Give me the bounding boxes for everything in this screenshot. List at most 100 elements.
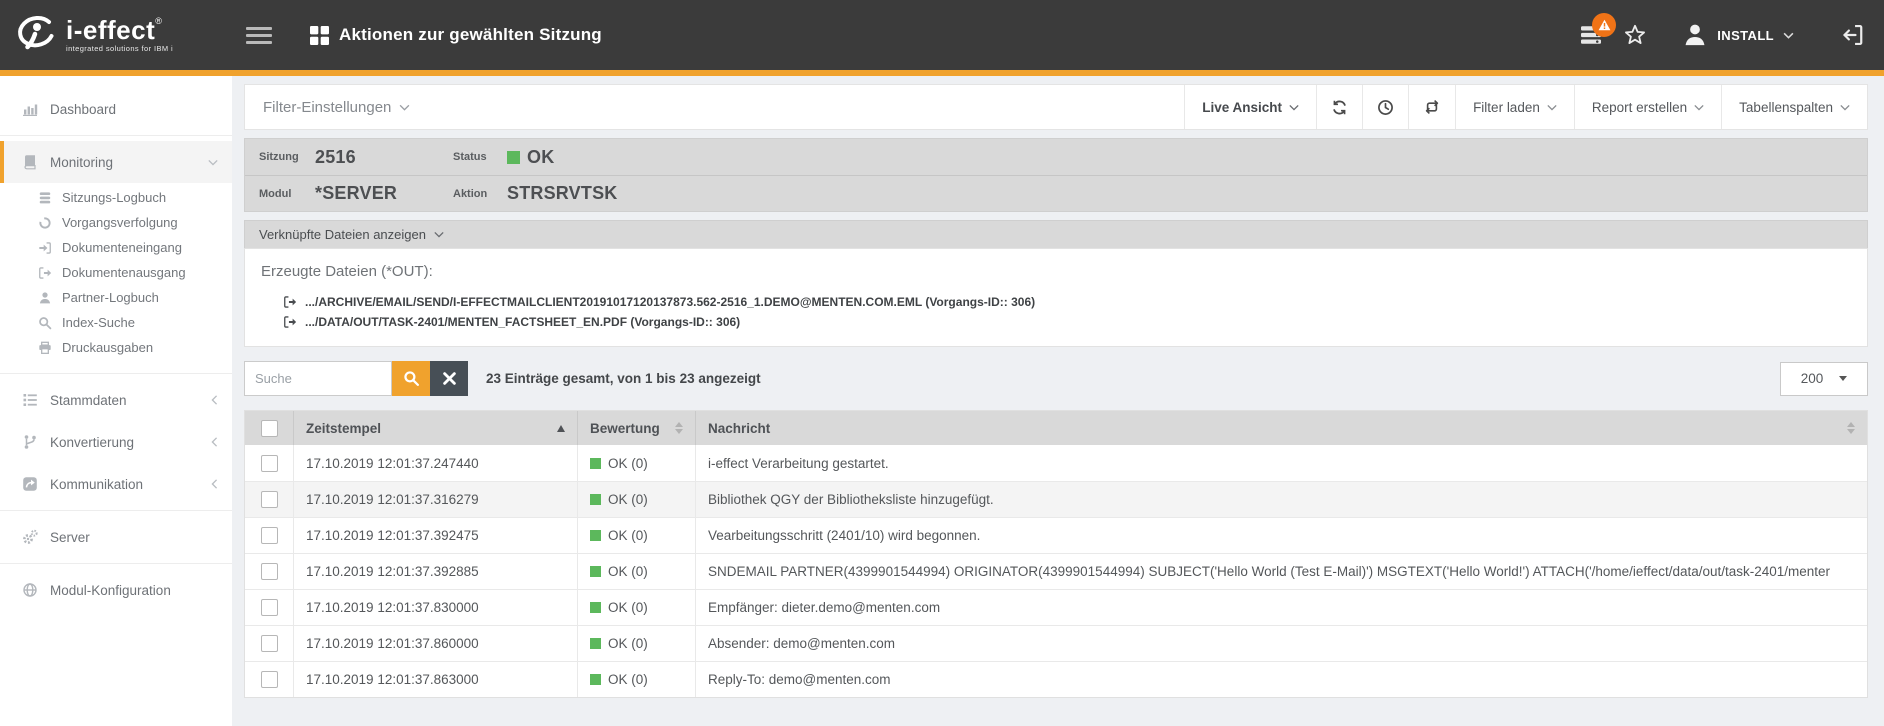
- select-all-cell: [245, 411, 293, 445]
- row-select-cell: [245, 518, 293, 553]
- sidebar-divider: [0, 373, 232, 374]
- rating-label: OK (0): [608, 528, 648, 543]
- row-checkbox[interactable]: [261, 563, 278, 580]
- refresh-button[interactable]: [1316, 85, 1362, 129]
- sidebar-item-label: Modul-Konfiguration: [50, 583, 171, 598]
- rating-label: OK (0): [608, 600, 648, 615]
- generated-files-panel: Erzeugte Dateien (*OUT): .../ARCHIVE/EMA…: [244, 248, 1868, 347]
- sidebar-item-konvertierung[interactable]: Konvertierung: [0, 421, 232, 463]
- modul-value: *SERVER: [315, 183, 453, 204]
- sign-out-icon: [283, 295, 297, 309]
- user-menu[interactable]: INSTALL: [1682, 22, 1794, 48]
- caret-down-icon: [1839, 376, 1847, 381]
- load-filter-button[interactable]: Filter laden: [1455, 85, 1574, 129]
- chevron-left-icon: [211, 395, 218, 405]
- chevron-down-icon: [1840, 104, 1850, 111]
- rating-cell: OK (0): [577, 445, 695, 481]
- app-logo[interactable]: i-effect® integrated solutions for IBM i: [14, 13, 210, 57]
- close-icon: [443, 372, 456, 385]
- create-report-button[interactable]: Report erstellen: [1574, 85, 1721, 129]
- status-ok-square: [507, 151, 520, 164]
- sidebar-subitem-partner-logbuch[interactable]: Partner-Logbuch: [0, 285, 232, 310]
- history-button[interactable]: [1362, 85, 1408, 129]
- row-checkbox[interactable]: [261, 455, 278, 472]
- sidebar-item-stammdaten[interactable]: Stammdaten: [0, 379, 232, 421]
- column-header-bewertung[interactable]: Bewertung: [577, 411, 695, 445]
- table-columns-button[interactable]: Tabellenspalten: [1721, 85, 1867, 129]
- column-header-zeitstempel[interactable]: Zeitstempel: [293, 411, 577, 445]
- row-select-cell: [245, 554, 293, 589]
- timestamp-cell: 17.10.2019 12:01:37.392475: [293, 518, 577, 553]
- file-link[interactable]: .../ARCHIVE/EMAIL/SEND/I-EFFECTMAILCLIEN…: [261, 292, 1851, 312]
- row-checkbox[interactable]: [261, 599, 278, 616]
- chevron-down-icon: [399, 104, 410, 111]
- sidebar-subitem-dokumentenausgang[interactable]: Dokumentenausgang: [0, 260, 232, 285]
- page-size-select[interactable]: 200: [1780, 362, 1868, 396]
- sidebar-item-modul-konfiguration[interactable]: Modul-Konfiguration: [0, 569, 232, 611]
- sidebar-item-label: Dashboard: [50, 102, 116, 117]
- table-row[interactable]: 17.10.2019 12:01:37.316279 OK (0) Biblio…: [245, 481, 1867, 517]
- grid-icon: [310, 26, 329, 45]
- sidebar-item-dashboard[interactable]: Dashboard: [0, 88, 232, 130]
- rating-ok-square: [590, 674, 601, 685]
- repeat-button[interactable]: [1408, 85, 1455, 129]
- row-checkbox[interactable]: [261, 491, 278, 508]
- sidebar-item-kommunikation[interactable]: Kommunikation: [0, 463, 232, 505]
- table-row[interactable]: 17.10.2019 12:01:37.247440 OK (0) i-effe…: [245, 445, 1867, 481]
- table-row[interactable]: 17.10.2019 12:01:37.860000 OK (0) Absend…: [245, 625, 1867, 661]
- sidebar-subitem-index-suche[interactable]: Index-Suche: [0, 310, 232, 335]
- message-cell: Reply-To: demo@menten.com: [695, 662, 1867, 697]
- user-icon: [1682, 22, 1708, 48]
- sitzung-label: Sitzung: [259, 151, 315, 163]
- table-row[interactable]: 17.10.2019 12:01:37.392885 OK (0) SNDEMA…: [245, 553, 1867, 589]
- clear-search-button[interactable]: [430, 361, 468, 396]
- logout-button[interactable]: [1842, 24, 1864, 46]
- sidebar-subitem-druckausgaben[interactable]: Druckausgaben: [0, 335, 232, 360]
- table-row[interactable]: 17.10.2019 12:01:37.392475 OK (0) Vearbe…: [245, 517, 1867, 553]
- sidebar-subitem-vorgangsverfolgung[interactable]: Vorgangsverfolgung: [0, 210, 232, 235]
- table-row[interactable]: 17.10.2019 12:01:37.863000 OK (0) Reply-…: [245, 661, 1867, 697]
- message-cell: Bibliothek QGY der Bibliotheksliste hinz…: [695, 482, 1867, 517]
- sidebar-subitem-label: Index-Suche: [62, 315, 135, 330]
- notifications-button[interactable]: [1580, 25, 1602, 45]
- live-view-button[interactable]: Live Ansicht: [1184, 85, 1316, 129]
- sidebar-divider: [0, 510, 232, 511]
- live-view-label: Live Ansicht: [1202, 100, 1282, 115]
- row-checkbox[interactable]: [261, 527, 278, 544]
- rating-ok-square: [590, 602, 601, 613]
- sidebar-item-server[interactable]: Server: [0, 516, 232, 558]
- search-button[interactable]: [392, 361, 430, 396]
- monitoring-submenu: Sitzungs-Logbuch Vorgangsverfolgung Doku…: [0, 183, 232, 368]
- search-input[interactable]: [244, 361, 392, 396]
- file-link[interactable]: .../DATA/OUT/TASK-2401/MENTEN_FACTSHEET_…: [261, 312, 1851, 332]
- sign-in-icon: [38, 241, 52, 255]
- select-all-checkbox[interactable]: [261, 420, 278, 437]
- row-checkbox[interactable]: [261, 671, 278, 688]
- row-checkbox[interactable]: [261, 635, 278, 652]
- timestamp-cell: 17.10.2019 12:01:37.830000: [293, 590, 577, 625]
- logo-tagline: integrated solutions for IBM i: [66, 45, 173, 53]
- sidebar-divider: [0, 563, 232, 564]
- rating-ok-square: [590, 638, 601, 649]
- linked-files-toggle[interactable]: Verknüpfte Dateien anzeigen: [244, 220, 1868, 248]
- sidebar-subitem-dokumenteneingang[interactable]: Dokumenteneingang: [0, 235, 232, 260]
- generated-files-heading: Erzeugte Dateien (*OUT):: [261, 263, 1851, 280]
- search-icon: [38, 316, 52, 330]
- favorites-button[interactable]: [1624, 24, 1646, 46]
- printer-icon: [38, 341, 52, 355]
- aktion-value: STRSRVTSK: [507, 183, 1867, 204]
- filter-settings-label: Filter-Einstellungen: [263, 99, 391, 116]
- result-count: 23 Einträge gesamt, von 1 bis 23 angezei…: [486, 371, 761, 386]
- menu-toggle-icon[interactable]: [246, 23, 272, 48]
- column-header-nachricht[interactable]: Nachricht: [695, 411, 1867, 445]
- filter-settings-toggle[interactable]: Filter-Einstellungen: [245, 85, 428, 129]
- sort-both-icon: [1847, 422, 1855, 434]
- sidebar-item-monitoring[interactable]: Monitoring: [0, 141, 232, 183]
- chevron-down-icon: [434, 231, 444, 238]
- circle-outline-icon: [38, 216, 52, 230]
- create-report-label: Report erstellen: [1592, 100, 1687, 115]
- sidebar-subitem-sitzungs-logbuch[interactable]: Sitzungs-Logbuch: [0, 185, 232, 210]
- sidebar-item-label: Konvertierung: [50, 435, 134, 450]
- table-row[interactable]: 17.10.2019 12:01:37.830000 OK (0) Empfän…: [245, 589, 1867, 625]
- rating-label: OK (0): [608, 636, 648, 651]
